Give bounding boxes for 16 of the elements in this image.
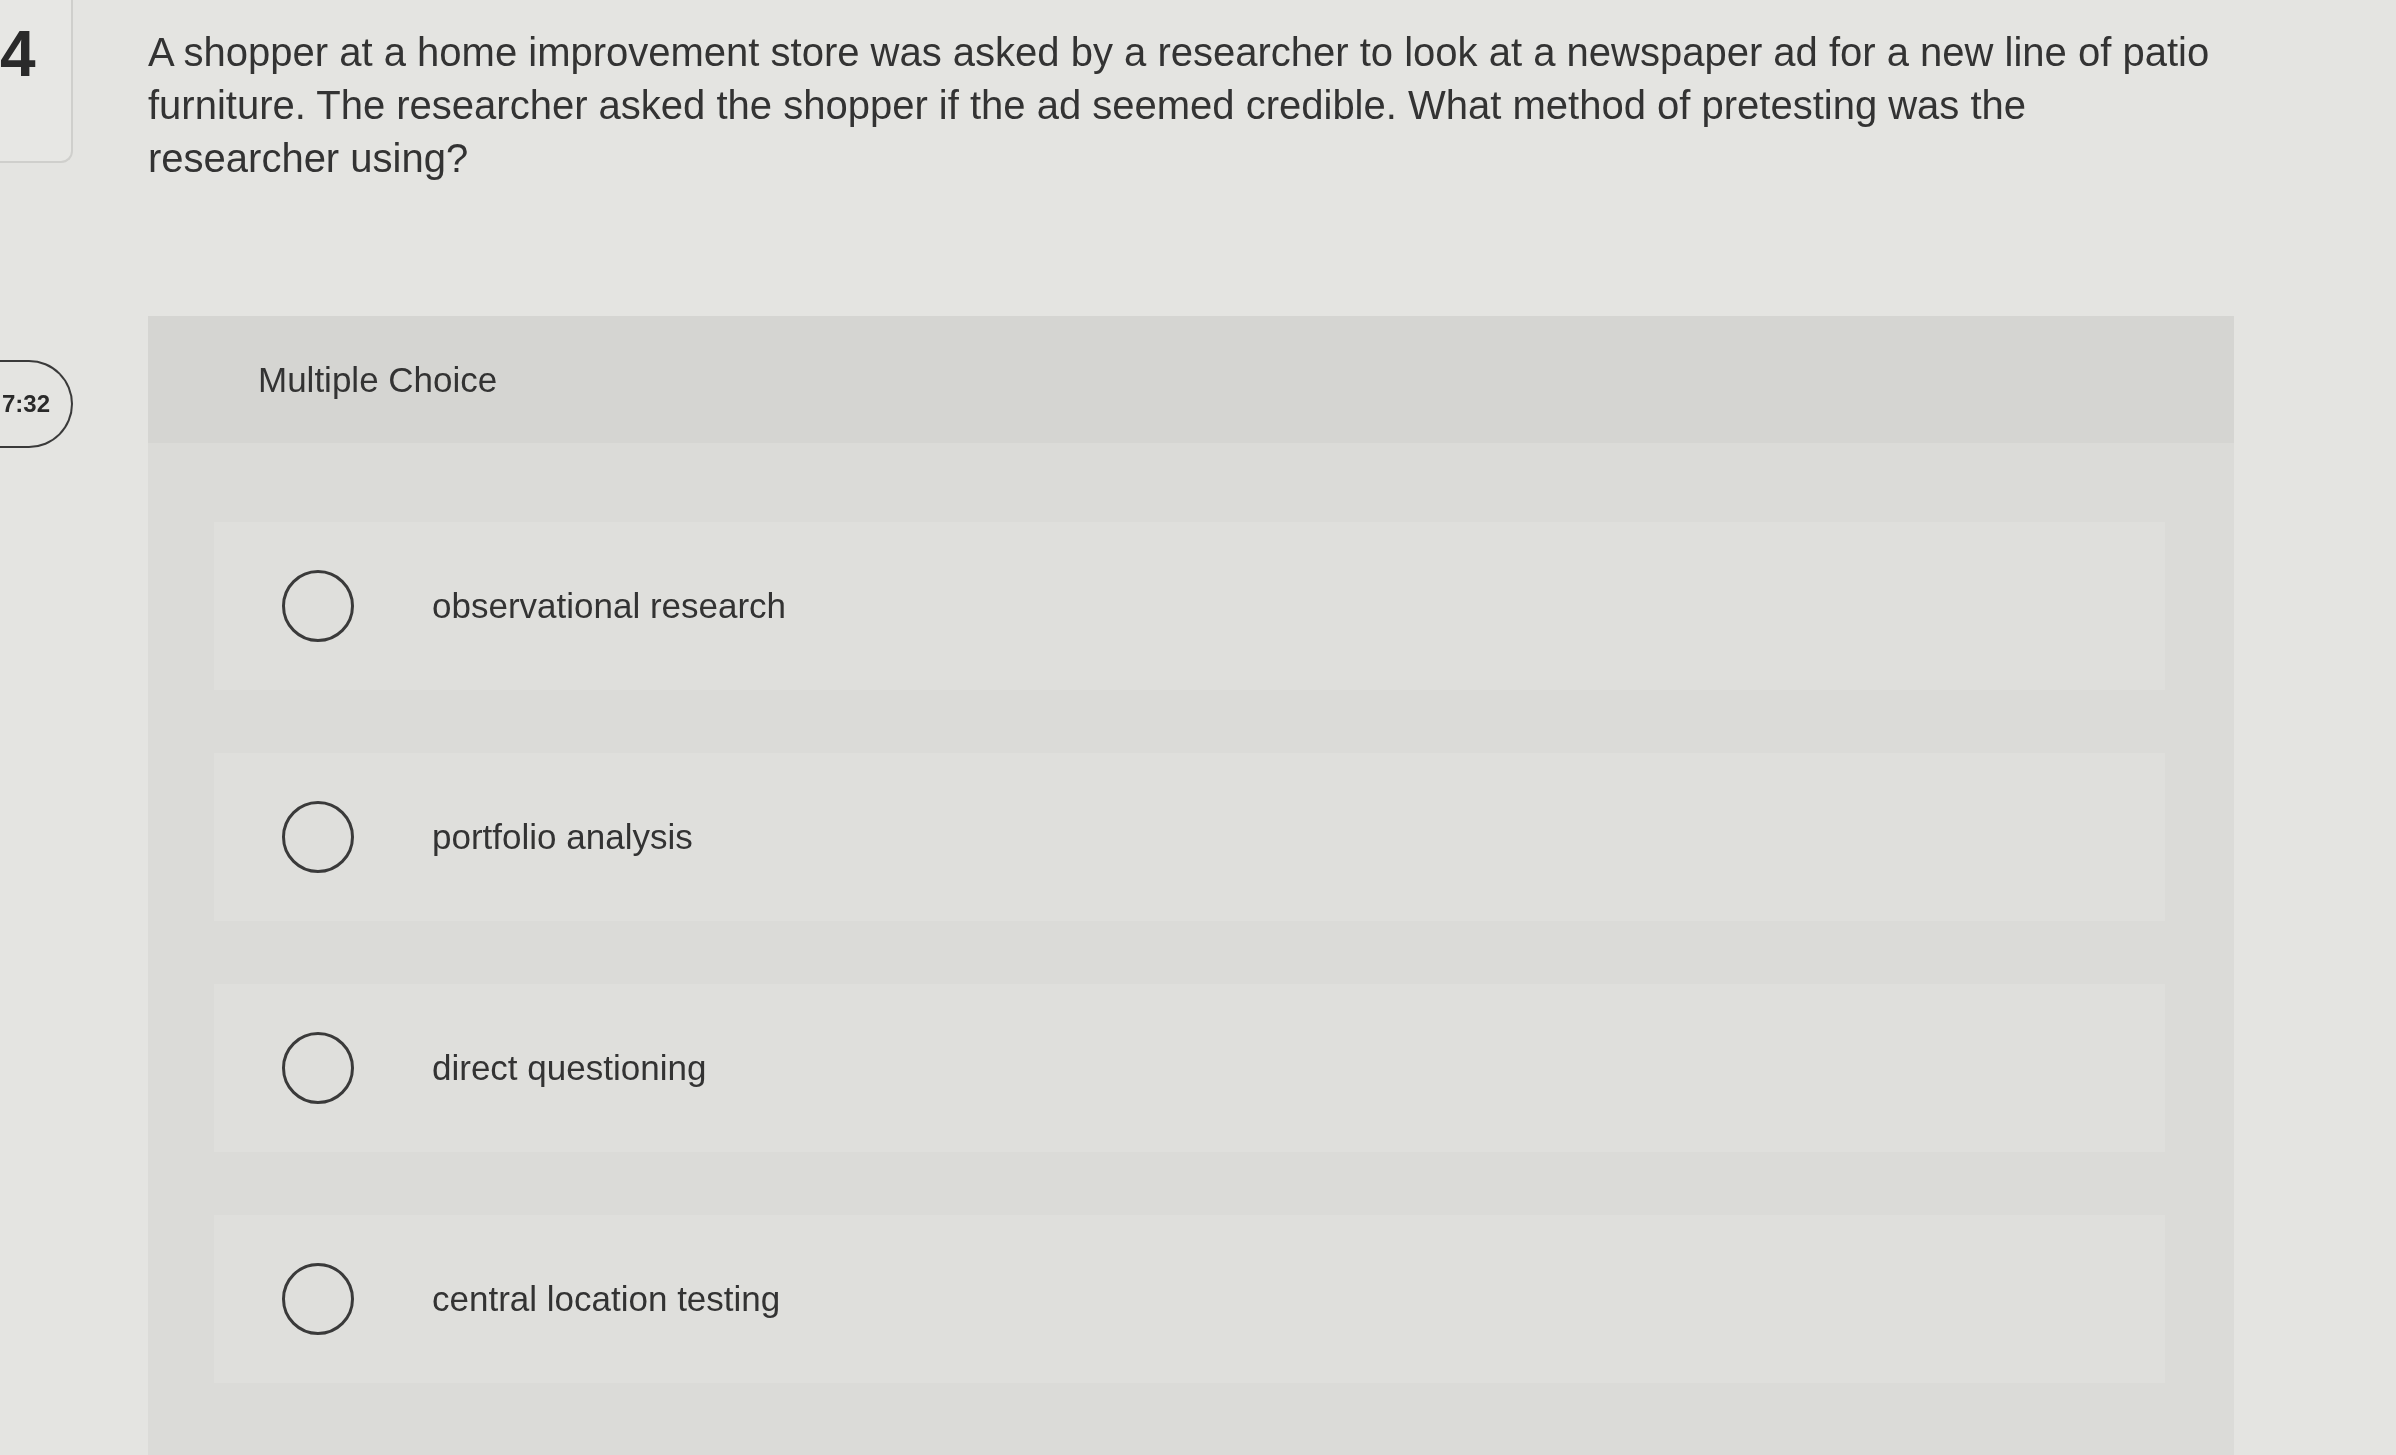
answer-option[interactable]: observational research [214,522,2165,690]
option-label: central location testing [432,1279,781,1319]
question-text: A shopper at a home improvement store was asked by a researcher to look at a newspaper ad for a new line of patio furniture. The researcher asked the shopper if the ad seemed credible. What method of pretesting was the researcher using? [148,29,2211,182]
question-type-label: Multiple Choice [258,359,498,400]
option-label: direct questioning [432,1048,707,1088]
radio-button[interactable] [282,1263,354,1335]
radio-button[interactable] [282,570,354,642]
question-number: 4 [0,22,36,86]
option-label: portfolio analysis [432,817,693,857]
answer-option[interactable]: portfolio analysis [214,753,2165,921]
timer-badge: 7:32 [0,360,73,448]
option-label: observational research [432,586,787,626]
answer-option[interactable]: central location testing [214,1215,2165,1383]
answer-option[interactable]: direct questioning [214,984,2165,1152]
radio-button[interactable] [282,1032,354,1104]
radio-button[interactable] [282,801,354,873]
